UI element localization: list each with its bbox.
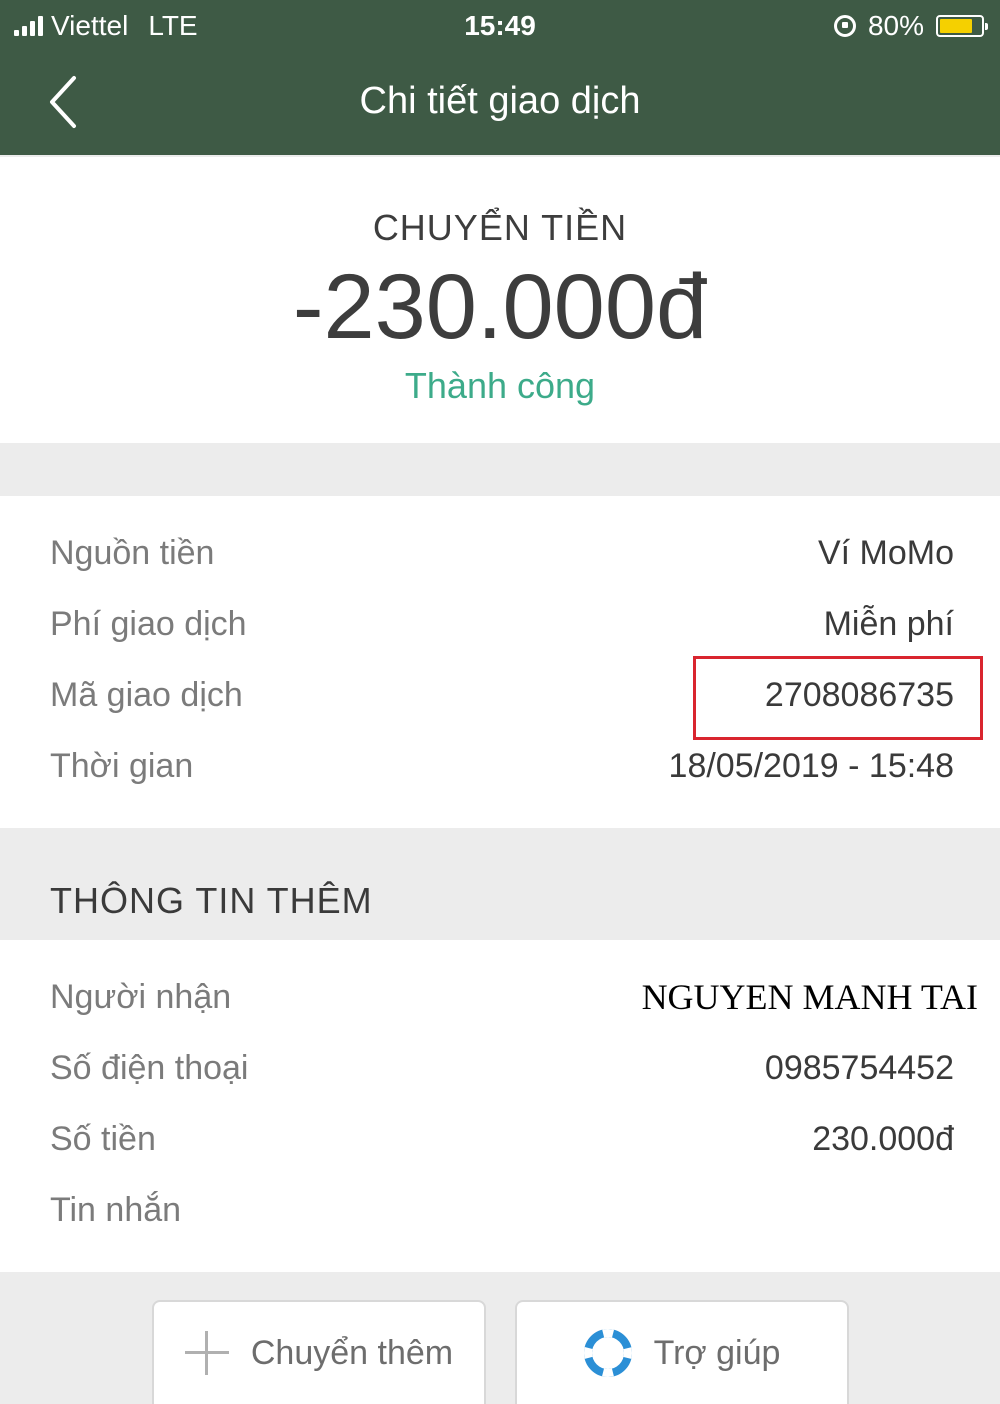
extra-section-title: THÔNG TIN THÊM (50, 880, 373, 921)
status-bar: Viettel LTE 15:49 80% (0, 0, 1000, 52)
detail-row-source: Nguồn tiền Ví MoMo (50, 534, 954, 580)
transaction-type: CHUYỂN TIỀN (372, 207, 628, 248)
transaction-summary: CHUYỂN TIỀN -230.000đ Thành công (0, 157, 1000, 443)
help-label: Trợ giúp (653, 1333, 781, 1372)
status-right: 80% (833, 10, 988, 42)
transaction-amount: -230.000đ (292, 256, 708, 358)
extra-info: Người nhận NGUYEN MANH TAI Số điện thoại… (0, 940, 1000, 1272)
extra-row-receiver: Người nhận NGUYEN MANH TAI (50, 977, 978, 1024)
transfer-more-label: Chuyển thêm (250, 1333, 454, 1372)
extra-row-message: Tin nhắn (50, 1191, 954, 1237)
plus-icon (184, 1331, 229, 1375)
rotation-lock-icon (833, 15, 856, 37)
page-title: Chi tiết giao dịch (359, 80, 641, 122)
detail-value: Miễn phí (823, 605, 954, 643)
battery-percent: 80% (867, 10, 924, 41)
help-button[interactable]: Trợ giúp (515, 1300, 849, 1404)
detail-row-time: Thời gian 18/05/2019 - 15:48 (50, 747, 954, 793)
transaction-id-highlight (693, 656, 983, 740)
extra-label: Tin nhắn (50, 1191, 182, 1229)
lifebuoy-icon (583, 1329, 632, 1377)
extra-label: Người nhận (50, 978, 232, 1016)
detail-value: 18/05/2019 - 15:48 (668, 747, 954, 785)
nav-bar: Chi tiết giao dịch (0, 52, 1000, 155)
extra-label: Số điện thoại (50, 1049, 249, 1087)
extra-row-phone: Số điện thoại 0985754452 (50, 1049, 954, 1095)
detail-label: Phí giao dịch (50, 605, 247, 643)
extra-value: 230.000đ (812, 1120, 954, 1158)
transfer-more-button[interactable]: Chuyển thêm (152, 1300, 486, 1404)
battery-fill (940, 19, 972, 33)
extra-row-amount: Số tiền 230.000đ (50, 1120, 954, 1166)
detail-label: Thời gian (50, 747, 194, 785)
transaction-status: Thành công (404, 365, 596, 406)
extra-label: Số tiền (50, 1120, 156, 1158)
detail-label: Nguồn tiền (50, 534, 215, 572)
detail-row-fee: Phí giao dịch Miễn phí (50, 605, 954, 651)
receiver-name: NGUYEN MANH TAI (641, 977, 978, 1017)
extra-value: 0985754452 (764, 1049, 954, 1087)
battery-icon (936, 15, 988, 37)
detail-label: Mã giao dịch (50, 676, 243, 714)
detail-value: Ví MoMo (817, 534, 954, 572)
